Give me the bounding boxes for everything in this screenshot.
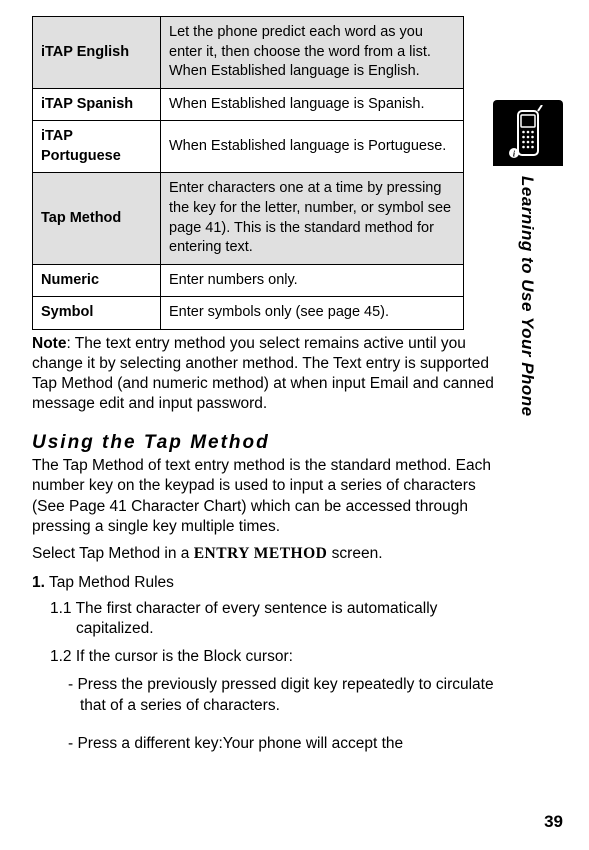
bullet-item-2: - Press a different key:Your phone will … [68, 734, 500, 754]
table-row-desc: Enter numbers only. [161, 264, 464, 297]
table-row-label: iTAP Portuguese [33, 121, 161, 173]
list-item-1-2: 1.2 If the cursor is the Block cursor: [50, 647, 500, 667]
select-prefix: Select Tap Method in a [32, 545, 194, 562]
note-paragraph: Note: The text entry method you select r… [32, 334, 500, 415]
side-tab: i Learning to Use Your Phone [493, 100, 563, 417]
chapter-side-label: Learning to Use Your Phone [517, 176, 537, 417]
tap-intro-text: The Tap Method of text entry method is t… [32, 456, 500, 537]
table-row-label: iTAP Spanish [33, 88, 161, 121]
table-row-desc: Enter characters one at a time by pressi… [161, 173, 464, 264]
list-item-1-1: 1.1 The first character of every sentenc… [50, 599, 500, 639]
table-row-desc: Let the phone predict each word as you e… [161, 17, 464, 89]
table-row-label: Numeric [33, 264, 161, 297]
select-tap-line: Select Tap Method in a ENTRY METHOD scre… [32, 545, 500, 563]
entry-methods-table: iTAP English Let the phone predict each … [32, 16, 464, 330]
note-text: : The text entry method you select remai… [32, 335, 494, 412]
table-row-label: Symbol [33, 297, 161, 330]
list-title: Tap Method Rules [45, 574, 174, 591]
table-row-label: iTAP English [33, 17, 161, 89]
phone-icon: i [508, 105, 548, 161]
entry-method-label: ENTRY METHOD [194, 545, 328, 562]
table-row-desc: Enter symbols only (see page 45). [161, 297, 464, 330]
table-row-desc: When Established language is Spanish. [161, 88, 464, 121]
table-row-desc: When Established language is Portuguese. [161, 121, 464, 173]
page-number: 39 [544, 812, 563, 832]
table-row-label: Tap Method [33, 173, 161, 264]
phone-icon-box: i [493, 100, 563, 166]
list-number: 1. [32, 574, 45, 591]
section-heading: Using the Tap Method [32, 432, 500, 454]
select-suffix: screen. [327, 545, 382, 562]
list-item-1: 1. Tap Method Rules [32, 573, 500, 593]
bullet-item-1: - Press the previously pressed digit key… [68, 675, 500, 715]
note-label: Note [32, 335, 66, 352]
